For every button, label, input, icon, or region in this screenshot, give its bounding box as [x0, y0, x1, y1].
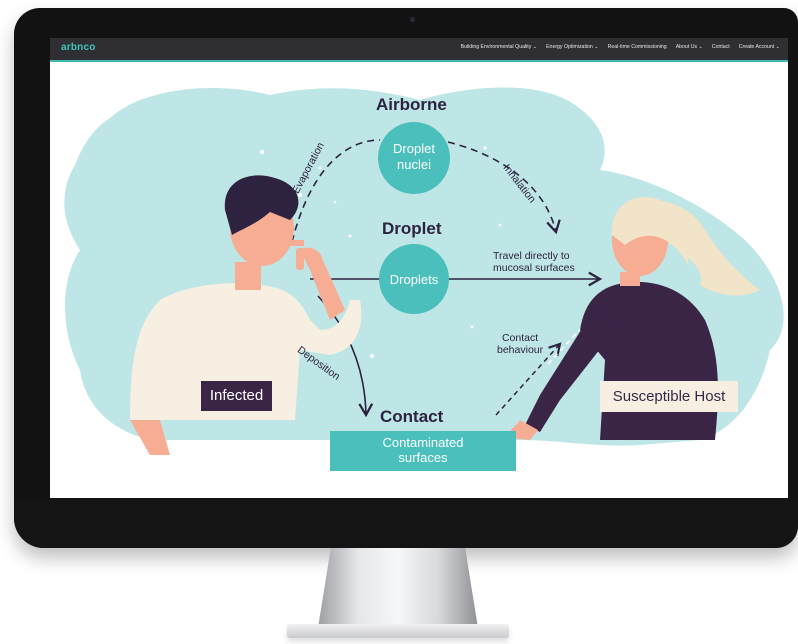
contaminated-surfaces-box: Contaminated surfaces [330, 431, 516, 471]
surfaces-line-1: Contaminated [382, 435, 464, 450]
infected-label: Infected [201, 381, 272, 411]
contact-heading: Contact [380, 407, 444, 426]
travel-label: Travel directly to mucosal surfaces [493, 250, 575, 274]
susceptible-host-label: Susceptible Host [600, 381, 738, 412]
monitor-stand-base [287, 624, 509, 638]
droplet-nuclei-line-2: nuclei [397, 157, 431, 172]
contact-behaviour-line-1: Contact [501, 332, 539, 344]
monitor-stand-neck [318, 548, 478, 628]
contact-behaviour-label: Contact behaviour [497, 332, 543, 356]
contact-behaviour-line-2: behaviour [497, 344, 544, 356]
surfaces-line-2: surfaces [398, 450, 448, 465]
travel-line-2: mucosal surfaces [493, 262, 575, 274]
droplet-nuclei-label: Droplet nuclei [380, 141, 448, 173]
droplet-heading: Droplet [382, 219, 442, 238]
droplets-label: Droplets [389, 272, 439, 287]
travel-line-1: Travel directly to [493, 250, 570, 262]
droplet-nuclei-line-1: Droplet [393, 141, 435, 156]
airborne-heading: Airborne [376, 95, 447, 114]
